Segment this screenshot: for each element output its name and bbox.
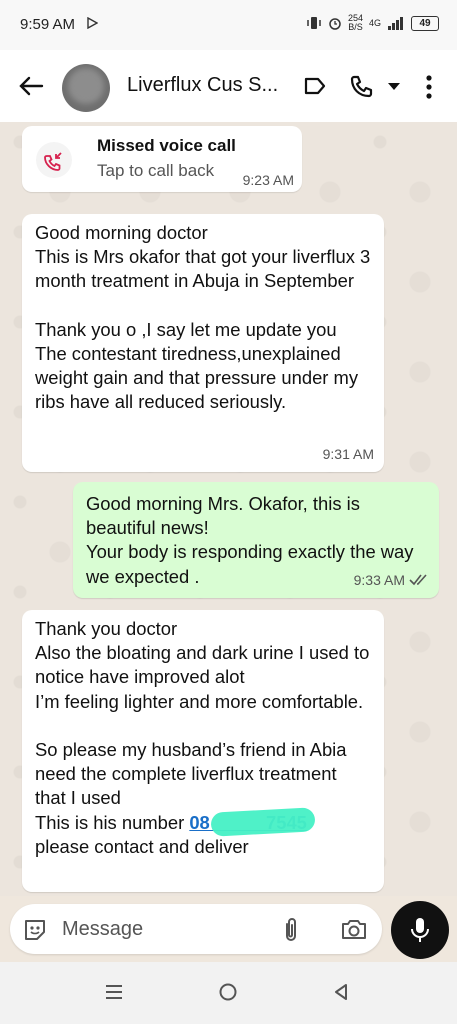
message-time-text: 9:31 AM: [322, 445, 374, 462]
status-icons: 254 B/S 4G 49: [306, 14, 439, 32]
phone-icon[interactable]: [348, 74, 374, 100]
chat-area[interactable]: Missed voice call Tap to call back 9:23 …: [0, 122, 457, 896]
message-text: Good morning doctor This is Mrs okafor t…: [35, 222, 371, 413]
battery-indicator: 49: [411, 15, 439, 31]
chat-header: Liverflux Cus S...: [0, 50, 457, 122]
label-icon[interactable]: [303, 74, 327, 98]
message-bubble-incoming[interactable]: Thank you doctor Also the bloating and d…: [22, 610, 384, 892]
back-arrow-icon[interactable]: [18, 74, 44, 98]
chevron-down-icon[interactable]: [388, 83, 400, 91]
vibrate-icon: [307, 17, 321, 29]
avatar[interactable]: [62, 64, 110, 112]
message-bubble-outgoing[interactable]: Good morning Mrs. Okafor, this is beauti…: [73, 482, 439, 598]
back-icon[interactable]: [332, 982, 350, 1002]
missed-call-icon: [36, 142, 72, 178]
redaction-scribble: [210, 806, 316, 837]
status-time: 9:59 AM: [20, 16, 76, 33]
missed-call-subtitle: Tap to call back: [97, 161, 215, 180]
message-input[interactable]: Message: [10, 904, 382, 954]
more-options-icon[interactable]: [424, 74, 434, 100]
network-type: 4G: [368, 18, 381, 28]
system-nav-bar: [0, 962, 457, 1024]
net-speed-unit: B/S: [348, 22, 363, 32]
sticker-icon[interactable]: [22, 917, 48, 943]
contact-name[interactable]: Liverflux Cus S...: [127, 74, 278, 97]
signal-icon: [388, 17, 403, 30]
mic-icon: [411, 918, 429, 942]
message-text-part: please contact and deliver: [35, 835, 249, 857]
home-icon[interactable]: [218, 982, 238, 1002]
net-speed: 254 B/S: [348, 14, 363, 32]
message-time: 9:33 AM: [354, 568, 429, 592]
message-time: 9:31 AM: [323, 442, 374, 466]
missed-call-title: Missed voice call: [97, 136, 236, 155]
phone-number-link[interactable]: 08 7545: [189, 806, 316, 837]
message-text-part: Thank you doctor Also the bloating and d…: [35, 618, 370, 833]
message-placeholder: Message: [62, 918, 144, 940]
read-receipt-icon: [409, 574, 427, 586]
status-bar: 9:59 AM 254 B/S 4G 49: [0, 0, 457, 50]
message-text: Thank you doctor Also the bloating and d…: [22, 610, 384, 859]
input-bar: Message: [0, 896, 457, 962]
message-time-text: 9:33 AM: [353, 571, 405, 588]
voice-record-button[interactable]: [391, 901, 449, 959]
message-bubble-incoming[interactable]: Good morning doctor This is Mrs okafor t…: [22, 214, 384, 472]
alarm-icon: [329, 18, 341, 30]
message-time: 9:23 AM: [242, 172, 294, 188]
attach-icon[interactable]: [282, 916, 300, 944]
menu-icon[interactable]: [104, 982, 124, 1002]
camera-icon[interactable]: [340, 917, 368, 941]
missed-call-card[interactable]: Missed voice call Tap to call back 9:23 …: [22, 126, 302, 192]
play-store-icon: [87, 17, 98, 29]
